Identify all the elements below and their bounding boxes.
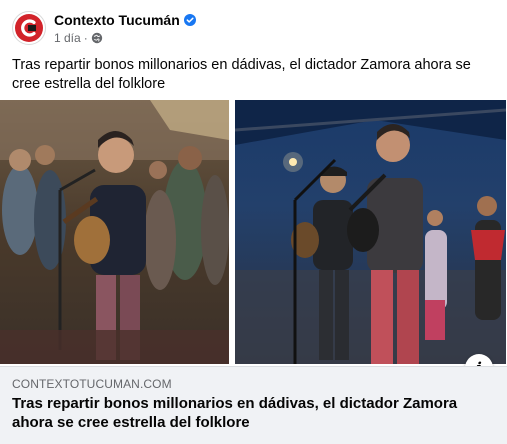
link-title[interactable]: Tras repartir bonos millonarios en dádiv… (12, 394, 482, 432)
post-text: Tras repartir bonos millonarios en dádiv… (12, 57, 471, 92)
page-avatar[interactable] (12, 11, 46, 45)
photo-left[interactable] (0, 100, 229, 364)
globe-icon[interactable] (91, 32, 103, 44)
contexto-logo (15, 14, 43, 42)
photo-right[interactable] (235, 100, 506, 364)
post-timestamp[interactable]: 1 día (54, 31, 81, 45)
verified-badge-icon (183, 14, 196, 26)
post-media[interactable] (0, 98, 507, 366)
link-domain: CONTEXTOTUCUMAN.COM (12, 377, 172, 391)
page-name-row: Contexto Tucumán (54, 12, 196, 29)
post-meta: Contexto Tucumán 1 día · (54, 12, 196, 45)
link-preview[interactable]: CONTEXTOTUCUMAN.COM Tras repartir bonos … (0, 366, 507, 444)
post-header: Contexto Tucumán 1 día · (12, 8, 196, 48)
page-name-link[interactable]: Contexto Tucumán (54, 12, 180, 29)
facebook-post: Contexto Tucumán 1 día · Tras repartir b… (0, 0, 507, 444)
separator-dot: · (83, 30, 88, 45)
post-subtitle: 1 día · (54, 31, 196, 45)
